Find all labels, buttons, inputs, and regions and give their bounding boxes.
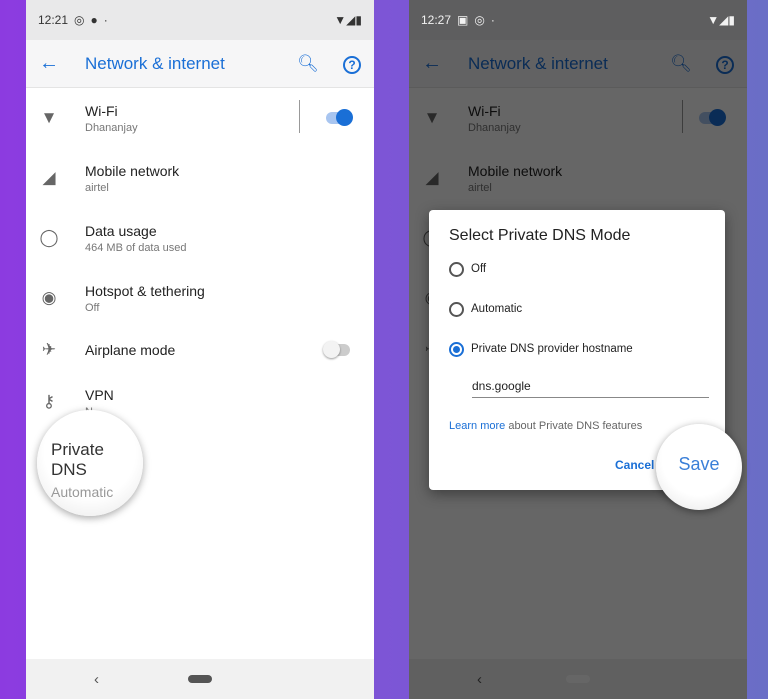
wifi-status-icon: ▼◢▮ (334, 13, 362, 27)
item-subtitle: airtel (85, 181, 109, 194)
notification-icon: ● (90, 13, 98, 27)
radio-automatic[interactable] (449, 301, 464, 317)
private-dns-magnifier[interactable]: Private DNS Automatic (37, 410, 143, 516)
status-bar: 12:27 ▣ ◎ · ▼◢▮ (409, 0, 747, 40)
signal-icon: ◢ (42, 168, 56, 187)
list-item-data-usage[interactable]: ◯ Data usage 464 MB of data used (26, 208, 374, 268)
option-label: Off (471, 263, 487, 275)
item-title: Data usage (85, 222, 157, 239)
item-title: VPN (85, 386, 114, 403)
item-title: Mobile network (85, 162, 180, 179)
option-label: Private DNS provider hostname (471, 343, 633, 355)
save-button[interactable]: Save (656, 424, 742, 510)
more-notifications-icon: · (490, 13, 495, 27)
list-item-airplane-mode[interactable]: ✈ Airplane mode (26, 328, 374, 372)
home-pill[interactable] (188, 675, 212, 683)
private-dns-title: Private DNS (51, 440, 104, 479)
navigation-bar: ‹ (26, 659, 374, 699)
vpn-key-icon: ⚷ (42, 392, 56, 411)
nav-back-icon[interactable]: ‹ (94, 671, 99, 688)
divider (299, 100, 300, 133)
left-phone: 12:21 ◎ ● · ▼◢▮ ← Network & internet 🔍︎ … (26, 0, 374, 699)
learn-more-suffix: about Private DNS features (505, 420, 643, 432)
image-icon: ▣ (457, 13, 469, 27)
radio-off[interactable] (449, 261, 464, 277)
option-off[interactable]: Off (449, 249, 705, 289)
page-title: Network & internet (85, 53, 225, 73)
option-automatic[interactable]: Automatic (449, 289, 705, 329)
list-item-hotspot[interactable]: ◉ Hotspot & tethering Off (26, 268, 374, 328)
status-time: 12:27 (421, 13, 452, 27)
item-subtitle: Off (85, 301, 100, 314)
hotspot-icon: ◉ (41, 288, 57, 307)
airplane-icon: ✈ (41, 340, 57, 359)
wifi-toggle[interactable] (326, 109, 353, 126)
cancel-button[interactable]: Cancel (615, 458, 654, 472)
search-icon[interactable]: 🔍︎ (286, 54, 330, 74)
back-arrow-icon[interactable]: ← (26, 52, 72, 75)
learn-more-link[interactable]: Learn more (449, 420, 505, 432)
app-bar: ← Network & internet 🔍︎ ? (26, 40, 374, 88)
item-subtitle: 464 MB of data used (85, 241, 187, 254)
private-dns-subtitle: Automatic (51, 484, 114, 500)
airplane-toggle[interactable] (323, 341, 350, 358)
whatsapp-icon: ◎ (74, 13, 85, 27)
option-hostname[interactable]: Private DNS provider hostname (449, 329, 705, 369)
radio-hostname-selected[interactable] (449, 341, 464, 357)
wifi-status-icon: ▼◢▮ (707, 13, 735, 27)
option-label: Automatic (471, 303, 523, 315)
learn-more-text: Learn more about Private DNS features (449, 420, 705, 432)
wifi-icon: ▼ (40, 108, 58, 127)
data-usage-icon: ◯ (39, 228, 59, 247)
list-item-mobile-network[interactable]: ◢ Mobile network airtel (26, 148, 374, 208)
dialog-title: Select Private DNS Mode (449, 227, 631, 244)
list-item-wifi[interactable]: ▼Wi-FiDhananjay (26, 88, 374, 148)
whatsapp-icon: ◎ (474, 13, 485, 27)
hostname-input[interactable] (472, 377, 709, 398)
status-time: 12:21 (38, 13, 69, 27)
more-notifications-icon: · (103, 13, 108, 27)
help-icon[interactable]: ? (330, 54, 374, 74)
item-subtitle: N (85, 406, 374, 418)
status-bar: 12:21 ◎ ● · ▼◢▮ (26, 0, 374, 40)
item-title: Hotspot & tethering (85, 282, 205, 299)
right-phone: 12:27 ▣ ◎ · ▼◢▮ ← Network & internet 🔍︎ … (409, 0, 747, 699)
